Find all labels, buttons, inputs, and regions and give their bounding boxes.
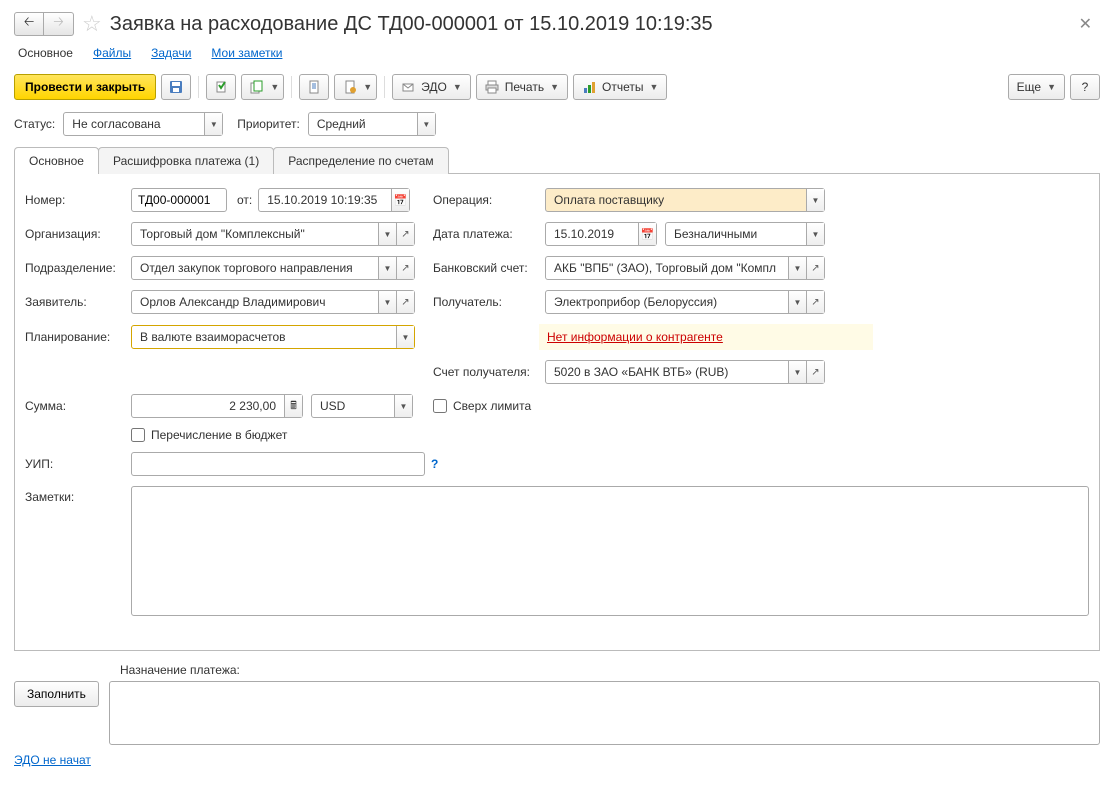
status-label: Статус: [14, 117, 55, 131]
chevron-down-icon[interactable]: ▼ [378, 291, 396, 313]
operation-label: Операция: [433, 193, 539, 207]
document-button[interactable] [299, 74, 329, 100]
open-icon[interactable]: ↗ [806, 257, 824, 279]
calendar-icon[interactable]: 📅 [391, 189, 409, 211]
paydate-input[interactable]: 15.10.2019📅 [545, 222, 657, 246]
recipient-label: Получатель: [433, 295, 539, 309]
open-icon[interactable]: ↗ [806, 291, 824, 313]
save-button[interactable] [161, 74, 191, 100]
chevron-down-icon: ▼ [270, 82, 279, 92]
sum-label: Сумма: [25, 399, 131, 413]
chevron-down-icon[interactable]: ▼ [417, 113, 435, 135]
calendar-icon[interactable]: 📅 [638, 223, 656, 245]
number-input[interactable] [131, 188, 227, 212]
post-button[interactable] [206, 74, 236, 100]
favorite-star-icon[interactable]: ☆ [82, 11, 102, 37]
chevron-down-icon: ▼ [550, 82, 559, 92]
chevron-down-icon[interactable]: ▼ [806, 189, 824, 211]
chevron-down-icon[interactable]: ▼ [378, 257, 396, 279]
recacc-label: Счет получателя: [433, 365, 539, 379]
calculator-icon[interactable]: 🖩 [284, 395, 302, 417]
date-input[interactable]: 15.10.2019 10:19:35📅 [258, 188, 410, 212]
number-label: Номер: [25, 193, 131, 207]
copy-dropdown-button[interactable]: ▼ [241, 74, 284, 100]
chevron-down-icon: ▼ [1047, 82, 1056, 92]
budget-checkbox[interactable]: Перечисление в бюджет [131, 428, 287, 442]
notes-textarea[interactable] [131, 486, 1089, 616]
settings-dropdown-button[interactable]: ▼ [334, 74, 377, 100]
chevron-down-icon[interactable]: ▼ [788, 291, 806, 313]
paytype-select[interactable]: Безналичными▼ [665, 222, 825, 246]
applicant-select[interactable]: Орлов Александр Владимирович▼↗ [131, 290, 415, 314]
toptab-tasks[interactable]: Задачи [151, 46, 191, 60]
uip-input[interactable] [131, 452, 425, 476]
chevron-down-icon: ▼ [649, 82, 658, 92]
open-icon[interactable]: ↗ [396, 291, 414, 313]
chevron-down-icon: ▼ [363, 82, 372, 92]
applicant-label: Заявитель: [25, 295, 131, 309]
uip-label: УИП: [25, 457, 131, 471]
chevron-down-icon[interactable]: ▼ [788, 257, 806, 279]
open-icon[interactable]: ↗ [806, 361, 824, 383]
recipient-select[interactable]: Электроприбор (Белоруссия)▼↗ [545, 290, 825, 314]
currency-select[interactable]: USD▼ [311, 394, 413, 418]
planning-label: Планирование: [25, 330, 131, 344]
operation-select[interactable]: Оплата поставщику▼ [545, 188, 825, 212]
chevron-down-icon[interactable]: ▼ [394, 395, 412, 417]
chevron-down-icon[interactable]: ▼ [806, 223, 824, 245]
overlimit-checkbox[interactable]: Сверх лимита [433, 399, 531, 413]
toptab-files[interactable]: Файлы [93, 46, 131, 60]
bank-label: Банковский счет: [433, 261, 539, 275]
counterparty-warning-link[interactable]: Нет информации о контрагенте [539, 324, 731, 350]
paydate-label: Дата платежа: [433, 227, 539, 241]
org-select[interactable]: Торговый дом "Комплексный"▼↗ [131, 222, 415, 246]
tab-accounts[interactable]: Распределение по счетам [273, 147, 448, 174]
nav-back[interactable]: 🡠 [14, 12, 44, 36]
help-button[interactable]: ? [1070, 74, 1100, 100]
nav-forward[interactable]: 🡢 [44, 12, 74, 36]
recacc-select[interactable]: 5020 в ЗАО «БАНК ВТБ» (RUB)▼↗ [545, 360, 825, 384]
org-label: Организация: [25, 227, 131, 241]
purpose-label: Назначение платежа: [120, 663, 1100, 677]
tab-main[interactable]: Основное [14, 147, 99, 174]
dept-label: Подразделение: [25, 261, 131, 275]
edo-status-link[interactable]: ЭДО не начат [14, 753, 91, 767]
reports-button[interactable]: Отчеты▼ [573, 74, 667, 100]
edo-button[interactable]: ЭДО▼ [392, 74, 471, 100]
print-button[interactable]: Печать▼ [476, 74, 568, 100]
sum-input[interactable]: 2 230,00🖩 [131, 394, 303, 418]
chevron-down-icon[interactable]: ▼ [378, 223, 396, 245]
toptab-notes[interactable]: Мои заметки [211, 46, 282, 60]
planning-select[interactable]: В валюте взаиморасчетов▼ [131, 325, 415, 349]
page-title: Заявка на расходование ДС ТД00-000001 от… [110, 13, 1071, 36]
chevron-down-icon[interactable]: ▼ [788, 361, 806, 383]
priority-label: Приоритет: [237, 117, 300, 131]
from-label: от: [237, 193, 252, 207]
uip-help-icon[interactable]: ? [431, 457, 438, 471]
post-close-button[interactable]: Провести и закрыть [14, 74, 156, 100]
notes-label: Заметки: [25, 486, 131, 504]
close-icon[interactable]: ✕ [1071, 10, 1100, 38]
tab-breakdown[interactable]: Расшифровка платежа (1) [98, 147, 274, 174]
bank-select[interactable]: АКБ "ВПБ" (ЗАО), Торговый дом "Компл▼↗ [545, 256, 825, 280]
open-icon[interactable]: ↗ [396, 223, 414, 245]
priority-select[interactable]: Средний▼ [308, 112, 436, 136]
chevron-down-icon[interactable]: ▼ [396, 326, 414, 348]
chevron-down-icon: ▼ [453, 82, 462, 92]
open-icon[interactable]: ↗ [396, 257, 414, 279]
more-button[interactable]: Еще▼ [1008, 74, 1065, 100]
chevron-down-icon[interactable]: ▼ [204, 113, 222, 135]
purpose-textarea[interactable] [109, 681, 1100, 745]
status-select[interactable]: Не согласована▼ [63, 112, 223, 136]
fill-button[interactable]: Заполнить [14, 681, 99, 707]
dept-select[interactable]: Отдел закупок торгового направления▼↗ [131, 256, 415, 280]
toptab-main[interactable]: Основное [18, 46, 73, 60]
